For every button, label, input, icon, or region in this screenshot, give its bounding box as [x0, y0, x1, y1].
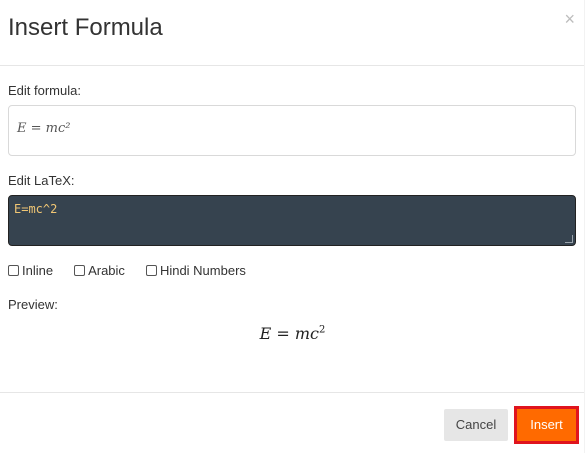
edit-formula-label: Edit formula: — [8, 83, 81, 98]
option-hindi-numbers[interactable]: Hindi Numbers — [145, 262, 246, 278]
option-inline[interactable]: Inline — [8, 263, 53, 278]
formula-editor[interactable]: E = mc² — [8, 105, 576, 156]
latex-textarea[interactable]: E=mc^2 — [8, 195, 576, 246]
inline-checkbox[interactable] — [8, 264, 19, 276]
hindi-numbers-checkbox[interactable] — [145, 264, 157, 276]
arabic-checkbox[interactable] — [74, 264, 86, 276]
latex-textarea-content: E=mc^2 — [14, 202, 58, 216]
dialog-header: Insert Formula × — [0, 0, 585, 66]
preview-base: E = mc — [259, 324, 319, 343]
cancel-button[interactable]: Cancel — [444, 409, 508, 441]
dialog-title: Insert Formula — [8, 14, 163, 41]
option-inline-label: Inline — [22, 262, 54, 278]
dialog-footer: Cancel Insert — [0, 392, 585, 453]
formula-options: Inline Arabic Hindi Numbers — [8, 262, 267, 278]
insert-button[interactable]: Insert — [517, 409, 576, 441]
insert-button-highlight: Insert — [514, 406, 579, 444]
preview-label: Preview: — [8, 297, 58, 312]
edit-latex-label: Edit LaTeX: — [8, 173, 75, 188]
insert-formula-dialog: Insert Formula × Edit formula: E = mc² E… — [0, 0, 585, 453]
close-icon[interactable]: × — [564, 10, 575, 28]
preview-exponent: 2 — [319, 324, 326, 336]
formula-editor-content: E = mc² — [17, 121, 71, 136]
option-arabic[interactable]: Arabic — [74, 263, 125, 278]
resize-handle-icon[interactable] — [565, 235, 573, 243]
option-arabic-label: Arabic — [88, 262, 125, 278]
option-hindi-numbers-label: Hindi Numbers — [159, 262, 246, 278]
formula-preview: E = mc2 — [0, 324, 585, 343]
